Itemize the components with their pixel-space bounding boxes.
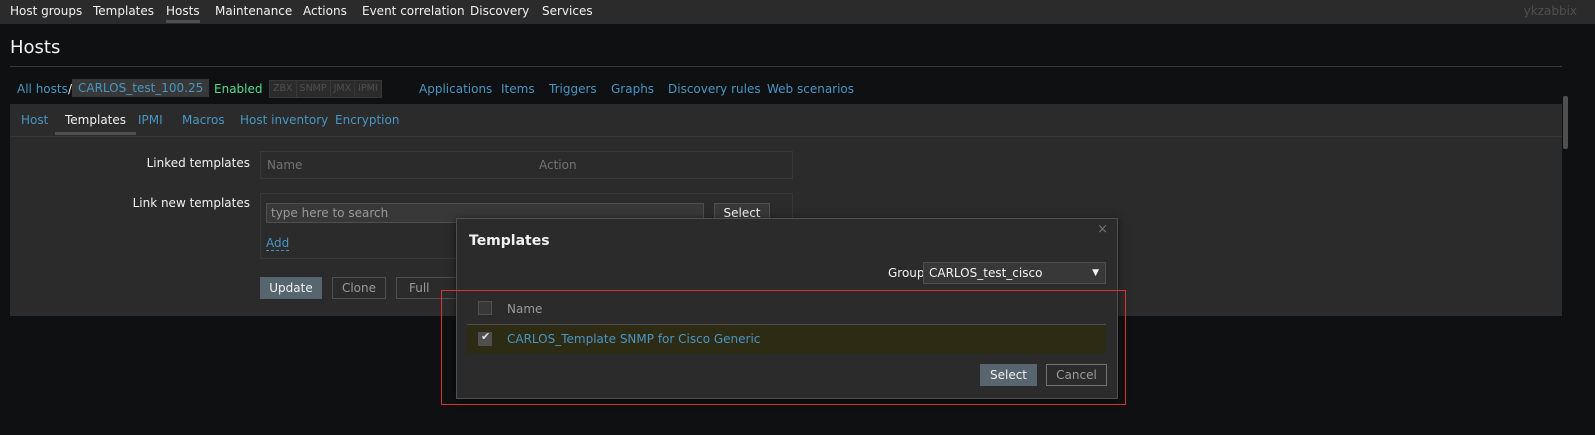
table-row: ✔ CARLOS_Template SNMP for Cisco Generic [467,325,1106,354]
check-icon: ✔ [481,330,491,343]
tab-macros[interactable]: Macros [182,113,225,127]
badge-zbx: ZBX [270,81,297,97]
nav-maintenance[interactable]: Maintenance [215,4,292,18]
host-status-enabled: Enabled [214,82,263,96]
page-scrollbar[interactable] [1563,96,1568,149]
link-applications[interactable]: Applications [419,82,492,96]
name-column-header[interactable]: Name [507,302,542,316]
nav-discovery[interactable]: Discovery [470,4,529,18]
breadcrumb-host-name[interactable]: CARLOS_test_100.25 [72,79,210,97]
top-navigation: Host groups Templates Hosts Maintenance … [0,0,1595,24]
full-clone-button[interactable]: Full clone [396,277,462,299]
dialog-cancel-button[interactable]: Cancel [1046,364,1107,386]
page-title: Hosts [10,37,61,58]
group-label: Group [888,266,925,280]
link-items[interactable]: Items [501,82,535,96]
select-all-checkbox[interactable] [478,301,492,315]
close-icon[interactable]: × [1097,222,1108,237]
user-name[interactable]: ykzabbix [1524,4,1577,18]
tab-templates[interactable]: Templates [55,113,137,135]
chevron-down-icon: ▼ [1092,268,1099,278]
dialog-title: Templates [469,233,550,249]
tab-host-inventory[interactable]: Host inventory [240,113,328,127]
breadcrumb-all-hosts[interactable]: All hosts [17,82,68,96]
templates-dialog: Templates × Group CARLOS_test_cisco ▼ Na… [456,218,1118,399]
dialog-select-button[interactable]: Select [980,364,1037,386]
add-template-link[interactable]: Add [266,236,290,251]
badge-ipmi: IPMI [358,83,378,94]
link-discovery-rules[interactable]: Discovery rules [668,82,761,96]
linked-templates-table: Name Action [260,151,793,179]
link-graphs[interactable]: Graphs [611,82,654,96]
tab-ipmi[interactable]: IPMI [138,113,163,127]
linked-action-header: Action [539,158,577,172]
row-checkbox[interactable]: ✔ [478,330,492,346]
title-divider [10,66,1562,67]
linked-name-header: Name [267,158,303,172]
nav-host-groups[interactable]: Host groups [10,4,82,18]
badge-jmx: JMX [331,81,356,97]
nav-templates[interactable]: Templates [93,4,154,18]
availability-badges: ZBX SNMP JMX IPMI [269,80,382,98]
tab-encryption[interactable]: Encryption [335,113,399,127]
link-triggers[interactable]: Triggers [549,82,597,96]
tab-host[interactable]: Host [21,113,48,127]
update-button[interactable]: Update [260,277,322,299]
nav-actions[interactable]: Actions [303,4,347,18]
nav-event-correlation[interactable]: Event correlation [362,4,465,18]
template-name-link[interactable]: CARLOS_Template SNMP for Cisco Generic [507,332,760,346]
nav-hosts[interactable]: Hosts [166,4,200,23]
group-select[interactable]: CARLOS_test_cisco ▼ [923,262,1106,284]
linked-templates-label: Linked templates [146,156,250,170]
link-web-scenarios[interactable]: Web scenarios [767,82,854,96]
badge-snmp: SNMP [297,81,331,97]
nav-services[interactable]: Services [542,4,593,18]
clone-button[interactable]: Clone [332,277,386,299]
link-new-templates-label: Link new templates [132,196,250,210]
group-select-value: CARLOS_test_cisco [929,266,1043,280]
